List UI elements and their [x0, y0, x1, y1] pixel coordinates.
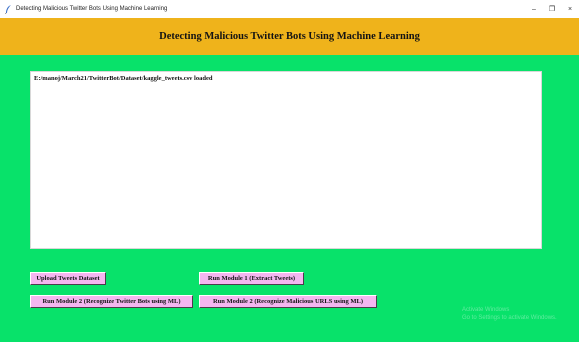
- feather-icon: [5, 4, 12, 14]
- output-line: E:/manoj/March21/TwitterBot/Dataset/kagg…: [34, 75, 213, 82]
- app-window: Detecting Malicious Twitter Bots Using M…: [0, 0, 579, 342]
- run-module2-recognize-urls-button[interactable]: Run Module 2 (Recognize Malicious URLS u…: [199, 295, 377, 308]
- minimize-icon[interactable]: –: [525, 0, 543, 18]
- watermark-line-2: Go to Settings to activate Windows.: [462, 315, 557, 321]
- maximize-icon[interactable]: ❐: [543, 0, 561, 18]
- activate-windows-watermark: Activate Windows Go to Settings to activ…: [462, 306, 557, 322]
- window-controls: – ❐ ×: [525, 0, 579, 18]
- page-title: Detecting Malicious Twitter Bots Using M…: [159, 31, 420, 42]
- watermark-line-1: Activate Windows: [462, 307, 510, 313]
- close-icon[interactable]: ×: [561, 0, 579, 18]
- window-titlebar[interactable]: Detecting Malicious Twitter Bots Using M…: [0, 0, 579, 18]
- upload-tweets-dataset-button[interactable]: Upload Tweets Dataset: [30, 272, 106, 285]
- run-module2-recognize-bots-button[interactable]: Run Module 2 (Recognize Twitter Bots usi…: [30, 295, 193, 308]
- header-banner: Detecting Malicious Twitter Bots Using M…: [0, 18, 579, 55]
- output-text-area[interactable]: E:/manoj/March21/TwitterBot/Dataset/kagg…: [30, 71, 542, 249]
- window-title: Detecting Malicious Twitter Bots Using M…: [16, 6, 168, 12]
- run-module1-extract-tweets-button[interactable]: Run Module 1 (Extract Tweets): [199, 272, 304, 285]
